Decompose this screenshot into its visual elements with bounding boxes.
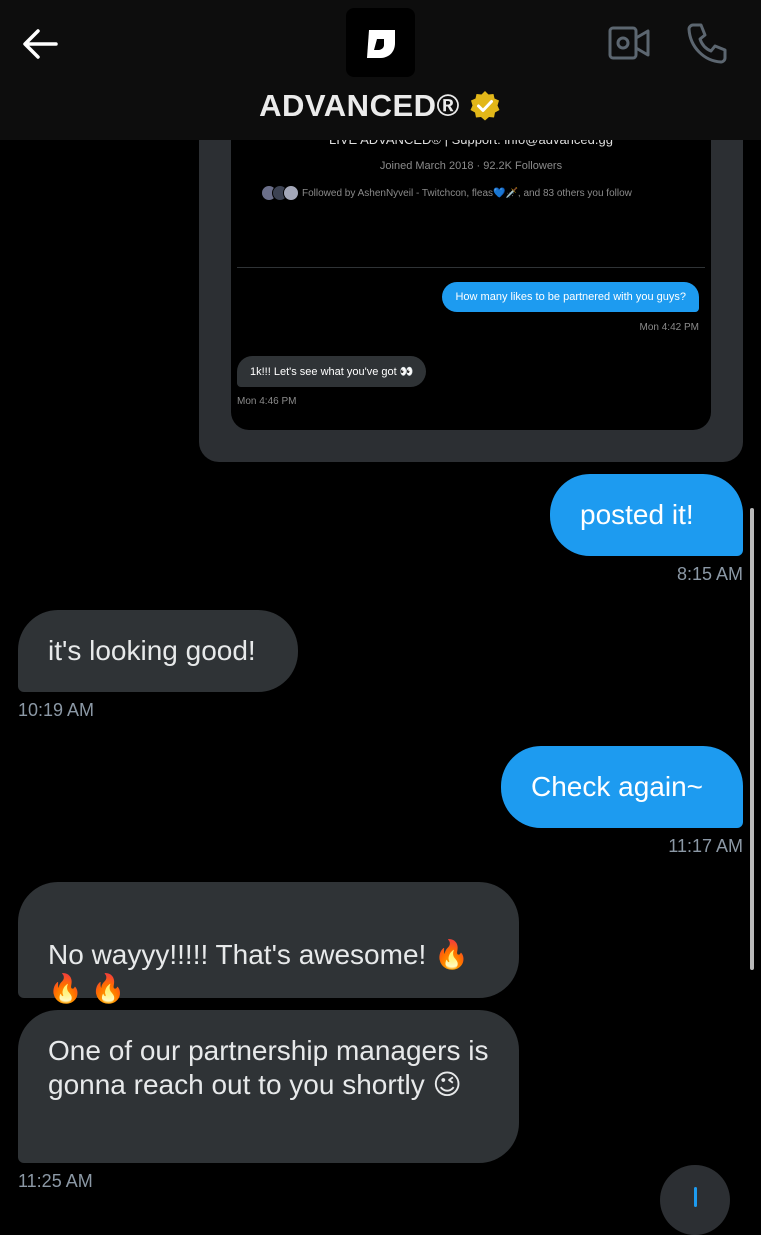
follower-avatars	[261, 185, 299, 201]
scroll-to-bottom-button[interactable]	[660, 1165, 730, 1235]
message-bubble-incoming[interactable]: One of our partnership managers is gonna…	[18, 1010, 519, 1163]
video-call-button[interactable]	[606, 22, 652, 64]
message-timestamp: 10:19 AM	[18, 700, 95, 720]
message-text: it's looking good!	[48, 635, 256, 666]
back-button[interactable]	[18, 24, 62, 64]
phone-icon	[687, 23, 727, 64]
followed-by-text: Followed by AshenNyveil - Twitchcon, fle…	[302, 187, 632, 199]
message-bubble-incoming[interactable]: it's looking good!	[18, 610, 298, 692]
message-text: posted it!	[580, 499, 694, 530]
message-timestamp: 11:25 AM	[18, 1171, 93, 1191]
arrow-down-icon	[693, 1187, 697, 1207]
advanced-logo-icon	[366, 29, 395, 58]
conversation-title-row[interactable]: ADVANCED®	[0, 86, 761, 126]
video-camera-icon	[608, 26, 650, 60]
conversation-header: ADVANCED®	[0, 0, 761, 140]
message-bubble-outgoing[interactable]: posted it!	[550, 474, 743, 556]
shared-outgoing-timestamp: Mon 4:42 PM	[639, 322, 699, 333]
message-text: No wayyy!!!!! That's awesome! 🔥 🔥 🔥	[48, 939, 469, 1004]
shared-incoming-message: 1k!!! Let's see what you've got 👀	[237, 356, 427, 387]
shared-incoming-timestamp: Mon 4:46 PM	[237, 396, 297, 407]
message-bubble-incoming[interactable]: No wayyy!!!!! That's awesome! 🔥 🔥 🔥	[18, 882, 519, 1004]
message-timestamp: 8:15 AM	[676, 564, 743, 584]
message-text: Check again~	[531, 771, 704, 802]
message-text: One of our partnership managers is gonna…	[48, 1035, 489, 1100]
divider	[237, 267, 705, 268]
shared-outgoing-message: How many likes to be partnered with you …	[442, 282, 699, 312]
shared-image-card[interactable]: LIVE ADVANCED® | Support: info@advanced.…	[199, 120, 743, 462]
avatar[interactable]	[346, 8, 415, 77]
message-timestamp: 11:17 AM	[668, 836, 743, 856]
message-bubble-outgoing[interactable]: Check again~	[501, 746, 743, 828]
shared-image: LIVE ADVANCED® | Support: info@advanced.…	[231, 120, 711, 430]
profile-joined: Joined March 2018 · 92.2K Followers	[379, 160, 563, 172]
back-arrow-icon	[23, 29, 58, 59]
verified-badge-icon	[470, 91, 500, 121]
voice-call-button[interactable]	[684, 20, 730, 66]
scrollbar[interactable]	[750, 508, 754, 970]
profile-followed-by: Followed by AshenNyveil - Twitchcon, fle…	[261, 182, 701, 204]
conversation-title: ADVANCED®	[259, 88, 460, 123]
